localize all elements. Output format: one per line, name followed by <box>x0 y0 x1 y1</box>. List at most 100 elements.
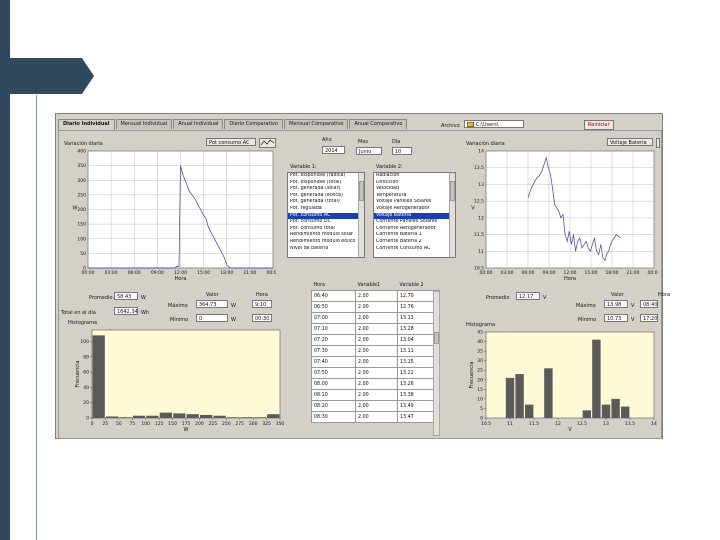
variable2-listbox[interactable]: Radiación Dirección Velocidad Temperatura Vo… <box>373 172 456 258</box>
x-tick-label: 200 <box>195 421 204 427</box>
x-tick-label: 225 <box>209 421 218 427</box>
table-cell: 2.00 <box>355 290 398 302</box>
variable2-scrollbar[interactable] <box>449 173 455 257</box>
variable1-scrollbar[interactable] <box>358 173 364 257</box>
tab-mensual-comparativo[interactable]: Mensual Comparativo <box>283 119 349 129</box>
slide-divider-line <box>36 95 37 540</box>
var2-list-item[interactable]: Corriente Paneles Solares <box>374 219 455 226</box>
var2-list-item[interactable]: Temperatura <box>374 193 455 200</box>
var1-list-item[interactable]: Pot. consumo DC <box>288 219 364 226</box>
table-row[interactable]: 07:00 2.00 13.13 <box>311 312 440 324</box>
right-minimo-field: 10.73 <box>604 314 628 322</box>
table-cell: 2.00 <box>355 356 398 368</box>
var2-list-item[interactable]: Velocidad <box>374 186 455 193</box>
reiniciar-button[interactable]: Reiniciar <box>584 120 614 130</box>
var1-list-item[interactable]: Pot. generada (total) <box>288 199 364 206</box>
var2-list-item[interactable]: Corriente Bateria 2 <box>374 239 455 246</box>
right-variable-selector[interactable]: Voltaje Bateria <box>607 138 653 146</box>
var1-list-item[interactable]: Pot. disponible (total) <box>288 180 364 187</box>
histogram-bar <box>106 416 119 418</box>
x-tick-label: 09:00 <box>151 270 164 276</box>
y-tick-label: 10 <box>477 396 483 402</box>
y-tick-label: 13 <box>478 182 484 188</box>
x-tick-label: 275 <box>235 421 244 427</box>
var2-list-item[interactable]: Corriente Bateria 1 <box>374 232 455 239</box>
tab-anual-individual[interactable]: Anual Individual <box>173 119 224 129</box>
tab-anual-comparativo[interactable]: Anual Comparativo <box>349 119 408 129</box>
left-variable-selector[interactable]: Pot consumo AC <box>206 138 256 146</box>
table-row[interactable]: 08:20 2.00 13.49 <box>311 400 440 412</box>
table-row[interactable]: 08:10 2.00 13.38 <box>311 389 440 401</box>
var2-list-item[interactable]: Voltaje Aerogenerador <box>374 206 455 213</box>
left-minimo-label: Mínimo <box>170 317 189 323</box>
var1-list-item[interactable]: Pot. generada (eólica) <box>288 193 364 200</box>
folder-icon <box>467 121 474 127</box>
var1-list-item[interactable]: Pot. consumo total <box>288 226 364 233</box>
table-cell: 08:00 <box>311 378 356 390</box>
histogram-bar <box>146 415 159 418</box>
year-field[interactable]: 2014 <box>322 146 345 154</box>
left-hora-header: Hora <box>256 292 268 298</box>
variable2-scroll-thumb[interactable] <box>450 181 455 201</box>
var1-list-item[interactable]: Pot. consumo AC <box>288 212 364 220</box>
y-tick-label: 12 <box>478 215 484 221</box>
y-tick-label: 30 <box>477 358 483 364</box>
left-minimo-unit: W <box>231 317 236 323</box>
table-row[interactable]: 07:40 2.00 13.15 <box>311 356 440 368</box>
variable1-listbox[interactable]: Pot. disponible (radica) Pot. disponible … <box>287 172 365 258</box>
y-axis-label: V <box>471 206 475 212</box>
x-tick-label: 15:00 <box>585 270 598 276</box>
table-row[interactable]: 07:10 2.00 13.28 <box>311 323 440 335</box>
month-field[interactable]: Junio <box>356 147 382 155</box>
histogram-bar <box>213 415 226 418</box>
variable1-scroll-thumb[interactable] <box>359 181 364 201</box>
x-tick-label: 13.5 <box>625 421 635 427</box>
table-row[interactable]: 07:50 2.00 13.22 <box>311 367 440 379</box>
x-tick-label: 11 <box>507 421 513 427</box>
var1-list-item[interactable]: Rendimiento modulo eólico <box>288 239 364 246</box>
table-row[interactable]: 06:40 2.00 12.70 <box>311 290 440 302</box>
data-table: Hora Variable1 Variable 2 06:40 2.00 12.70 06… <box>311 280 440 423</box>
table-row[interactable]: 06:50 2.00 12.76 <box>311 301 440 313</box>
tab-diario-individual[interactable]: Diario Individual <box>58 119 115 130</box>
var2-list-item[interactable]: Radiación <box>374 173 455 180</box>
x-tick-label: 13 <box>603 421 609 427</box>
x-tick-label: 10.5 <box>481 421 491 427</box>
left-maximo-hora: 9:10 <box>252 300 272 308</box>
archivo-path-field[interactable]: C:\Users\ <box>464 120 524 128</box>
x-tick-label: 125 <box>155 421 164 427</box>
var1-list-item[interactable]: Nivel de bateria <box>288 246 364 253</box>
table-cell: 07:50 <box>311 367 356 379</box>
day-field[interactable]: 10 <box>392 147 412 155</box>
var1-list-item[interactable]: Pot. disponible (radica) <box>288 173 364 180</box>
tab-diario-comparativo[interactable]: Diario Comparativo <box>224 119 283 129</box>
table-row[interactable]: 07:30 2.00 13.11 <box>311 345 440 357</box>
var1-list-item[interactable]: Pot. regulada <box>288 206 364 213</box>
plot-area <box>91 329 281 419</box>
table-cell: 2.00 <box>355 345 398 357</box>
var1-list-item[interactable]: Pot. generada (solar) <box>288 186 364 193</box>
histogram-bar <box>240 417 253 418</box>
x-tick-label: 325 <box>262 421 271 427</box>
left-minimo-hora: 00:30 <box>252 314 272 322</box>
var2-list-item[interactable]: Voltaje Bateria <box>374 212 455 220</box>
x-tick-label: 11.5 <box>529 421 539 427</box>
table-row[interactable]: 08:30 2.00 13.47 <box>311 411 440 423</box>
variable1-label: Variable 1: <box>290 164 317 170</box>
table-cell: 07:00 <box>311 312 356 324</box>
var1-list-item[interactable]: Rendimiento modulo solar <box>288 232 364 239</box>
table-row[interactable]: 07:20 2.00 13.04 <box>311 334 440 346</box>
y-tick-label: 35 <box>477 349 483 355</box>
y-tick-label: 25 <box>477 368 483 374</box>
var2-list-item[interactable]: Voltaje Paneles Solares <box>374 199 455 206</box>
var2-list-item[interactable]: Corriente Aerogenerador <box>374 226 455 233</box>
var2-list-item[interactable]: Corriente Consumo AC <box>374 246 455 253</box>
table-row[interactable]: 08:00 2.00 13.26 <box>311 378 440 390</box>
left-total-label: Total en el día <box>61 310 96 316</box>
tab-mensual-individual[interactable]: Mensual Individual <box>115 119 173 129</box>
table-scroll-thumb[interactable] <box>434 332 439 344</box>
var2-list-item[interactable]: Dirección <box>374 180 455 187</box>
histogram-bar <box>119 417 132 418</box>
x-tick-label: 00:00 <box>82 270 95 276</box>
table-scrollbar[interactable] <box>433 291 440 436</box>
